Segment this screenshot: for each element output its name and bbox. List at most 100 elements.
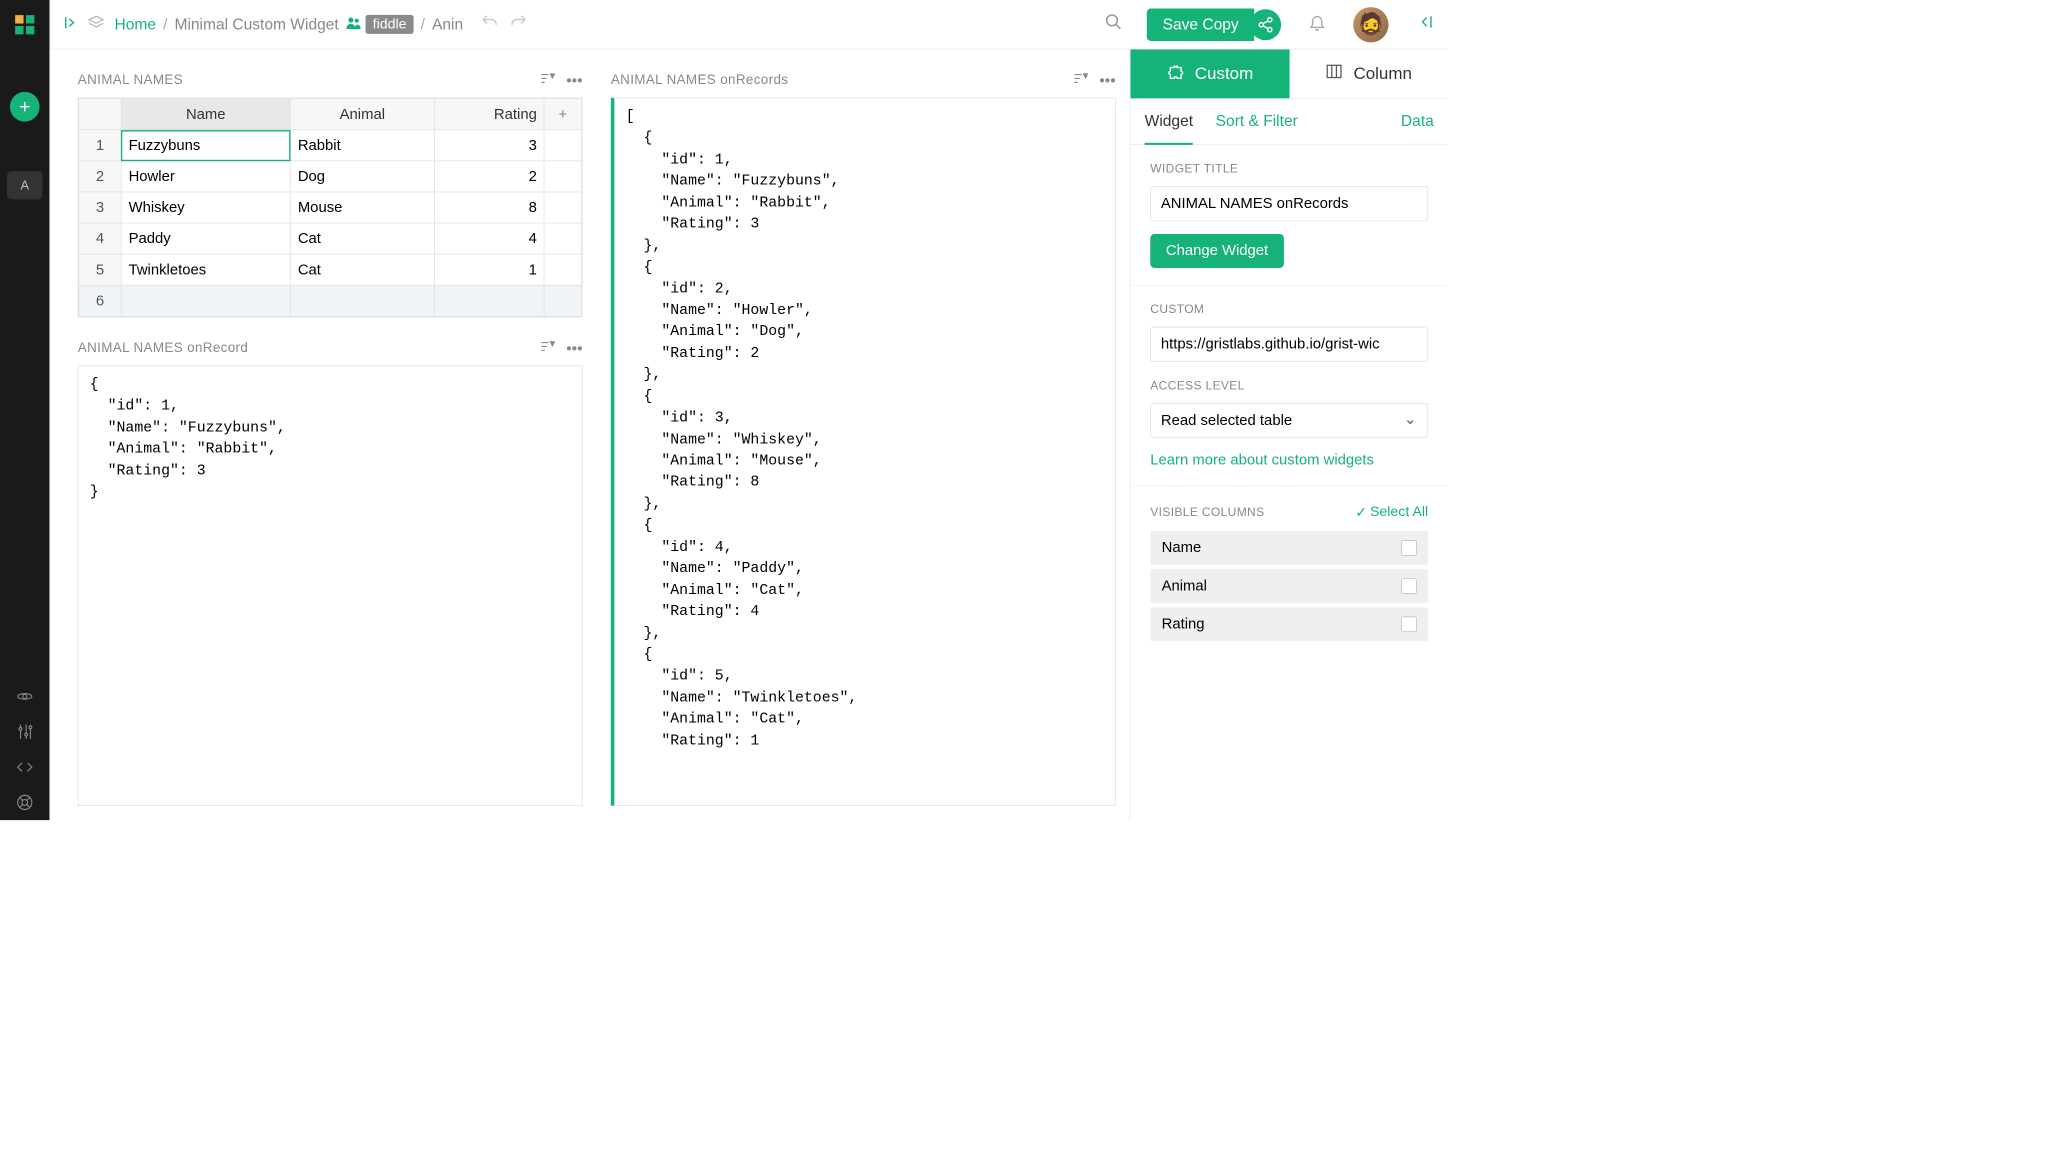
header-tab-custom[interactable]: Custom [1130,49,1289,98]
workspace: ANIMAL NAMES ••• NameAnimalRating+ 1Fuzz… [49,49,1129,820]
redo-button[interactable] [510,13,528,36]
widget-title-label: WIDGET TITLE [1150,162,1428,176]
row-number[interactable]: 4 [79,223,121,254]
column-icon [1325,62,1343,85]
column-checkbox[interactable] [1401,578,1417,594]
expand-left-panel-icon[interactable] [64,15,78,33]
column-name: Name [1162,539,1202,556]
cell-rating[interactable]: 2 [434,161,544,192]
panel-title[interactable]: ANIMAL NAMES [78,73,528,89]
raw-data-icon[interactable] [0,679,49,714]
tab-data[interactable]: Data [1401,99,1434,144]
table-row[interactable]: 3WhiskeyMouse8 [79,192,582,223]
custom-label: CUSTOM [1150,303,1428,317]
right-panel: Custom Column Widget Sort & Filter Data … [1130,49,1448,820]
cell-name[interactable]: Twinkletoes [121,254,290,285]
settings-icon[interactable] [0,714,49,749]
column-header[interactable]: Animal [290,99,434,130]
access-level-label: ACCESS LEVEL [1150,379,1428,393]
visible-column-item[interactable]: Rating [1150,607,1428,641]
row-number[interactable]: 1 [79,130,121,161]
data-table[interactable]: NameAnimalRating+ 1FuzzybunsRabbit32Howl… [78,98,581,316]
table-row[interactable]: 4PaddyCat4 [79,223,582,254]
visible-columns-label: VISIBLE COLUMNS [1150,505,1264,519]
cell-name[interactable]: Fuzzybuns [121,130,290,161]
panel-menu-icon[interactable]: ••• [566,339,582,357]
undo-button[interactable] [480,13,498,36]
puzzle-icon [1166,62,1184,85]
add-new-button[interactable]: + [10,92,40,122]
header-tab-column[interactable]: Column [1289,49,1448,98]
top-bar: Home / Minimal Custom Widget fiddle / An… [49,0,1447,49]
search-button[interactable] [1105,13,1123,36]
cell-animal[interactable]: Mouse [290,192,434,223]
onrecords-code: [ { "id": 1, "Name": "Fuzzybuns", "Anima… [611,98,1116,806]
select-all-button[interactable]: ✓ Select All [1355,503,1428,521]
help-icon[interactable] [0,785,49,820]
column-name: Rating [1162,616,1205,633]
add-column-button[interactable]: + [544,99,581,130]
visible-column-item[interactable]: Name [1150,531,1428,565]
cell-animal[interactable]: Cat [290,254,434,285]
collapse-right-panel-icon[interactable] [1417,13,1434,35]
panel-menu-icon[interactable]: ••• [1099,71,1115,89]
cell-rating[interactable]: 8 [434,192,544,223]
check-icon: ✓ [1355,503,1367,521]
cell-name[interactable]: Paddy [121,223,290,254]
table-row-empty[interactable]: 6 [79,285,582,316]
sort-filter-icon[interactable] [1072,71,1088,91]
cell-animal[interactable]: Cat [290,223,434,254]
fiddle-badge: fiddle [366,15,414,34]
breadcrumb-page[interactable]: Anin [432,15,463,33]
cell-animal[interactable]: Dog [290,161,434,192]
row-number[interactable]: 2 [79,161,121,192]
column-header[interactable]: Rating [434,99,544,130]
table-row[interactable]: 1FuzzybunsRabbit3 [79,130,582,161]
column-header[interactable]: Name [121,99,290,130]
breadcrumb-doc[interactable]: Minimal Custom Widget [174,15,338,33]
page-tab[interactable]: A [7,171,42,199]
sort-filter-icon[interactable] [539,339,555,359]
cell-name[interactable]: Howler [121,161,290,192]
notifications-button[interactable] [1308,13,1326,36]
learn-more-link[interactable]: Learn more about custom widgets [1150,452,1428,469]
left-rail: + A [0,0,49,820]
cell-rating[interactable]: 3 [434,130,544,161]
row-number[interactable]: 5 [79,254,121,285]
code-view-icon[interactable] [0,749,49,784]
tab-widget[interactable]: Widget [1145,99,1193,145]
panel-title[interactable]: ANIMAL NAMES onRecords [611,73,1061,89]
table-row[interactable]: 5TwinkletoesCat1 [79,254,582,285]
visible-column-item[interactable]: Animal [1150,569,1428,603]
change-widget-button[interactable]: Change Widget [1150,234,1283,268]
sort-filter-icon[interactable] [539,71,555,91]
cell-animal[interactable]: Rabbit [290,130,434,161]
table-panel: ANIMAL NAMES ••• NameAnimalRating+ 1Fuzz… [78,71,583,318]
widget-title-input[interactable] [1150,186,1428,221]
onrecords-panel: ANIMAL NAMES onRecords ••• [ { "id": 1, … [611,71,1116,806]
breadcrumb-home[interactable]: Home [115,15,156,33]
cell-rating[interactable]: 4 [434,223,544,254]
column-checkbox[interactable] [1401,540,1417,556]
panel-menu-icon[interactable]: ••• [566,71,582,89]
cell-name[interactable]: Whiskey [121,192,290,223]
save-copy-button[interactable]: Save Copy [1147,8,1254,41]
onrecord-panel: ANIMAL NAMES onRecord ••• { "id": 1, "Na… [78,339,583,806]
column-name: Animal [1162,578,1207,595]
table-row[interactable]: 2HowlerDog2 [79,161,582,192]
onrecord-code: { "id": 1, "Name": "Fuzzybuns", "Animal"… [78,366,583,806]
row-num-header [79,99,121,130]
cell-rating[interactable]: 1 [434,254,544,285]
grist-logo-icon [13,13,37,37]
column-checkbox[interactable] [1401,617,1417,633]
custom-url-input[interactable] [1150,327,1428,362]
share-button[interactable] [1250,9,1281,40]
user-avatar[interactable]: 🧔 [1353,7,1388,42]
app-logo[interactable] [0,0,49,49]
breadcrumb: Home / Minimal Custom Widget fiddle / An… [115,14,464,34]
row-number[interactable]: 3 [79,192,121,223]
tab-sort-filter[interactable]: Sort & Filter [1216,99,1298,144]
layers-icon [88,14,105,35]
access-level-select[interactable]: Read selected table [1150,403,1428,438]
panel-title[interactable]: ANIMAL NAMES onRecord [78,341,528,357]
